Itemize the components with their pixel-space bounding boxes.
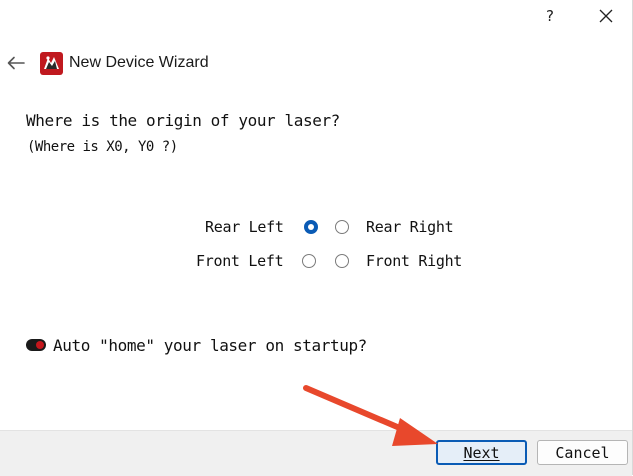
- auto-home-toggle[interactable]: [26, 339, 46, 351]
- auto-home-label: Auto "home" your laser on startup?: [53, 336, 367, 355]
- rear-left-label: Rear Left: [205, 218, 284, 236]
- back-button[interactable]: [5, 52, 27, 74]
- cancel-button[interactable]: Cancel: [537, 440, 628, 465]
- help-label: ?: [546, 7, 554, 25]
- origin-question-hint: (Where is X0, Y0 ?): [27, 139, 178, 155]
- rear-right-radio[interactable]: [335, 220, 349, 234]
- help-button[interactable]: ?: [536, 4, 564, 28]
- close-icon: [599, 9, 613, 23]
- rear-right-label: Rear Right: [366, 218, 454, 236]
- toggle-knob: [36, 341, 44, 349]
- front-left-radio[interactable]: [302, 254, 316, 268]
- wizard-title: New Device Wizard: [69, 54, 209, 71]
- front-left-label: Front Left: [196, 252, 284, 270]
- new-device-wizard-window: ? New Device Wizard Where is the origin …: [0, 0, 633, 476]
- arrow-left-icon: [7, 56, 25, 70]
- front-right-radio[interactable]: [335, 254, 349, 268]
- origin-question: Where is the origin of your laser?: [26, 111, 340, 130]
- next-button[interactable]: Next: [436, 440, 527, 465]
- next-button-label: Next: [463, 443, 500, 462]
- close-button[interactable]: [592, 4, 620, 28]
- rear-left-radio[interactable]: [304, 220, 318, 234]
- cancel-button-label: Cancel: [555, 443, 610, 462]
- app-logo-icon: [40, 52, 63, 75]
- front-right-label: Front Right: [366, 252, 463, 270]
